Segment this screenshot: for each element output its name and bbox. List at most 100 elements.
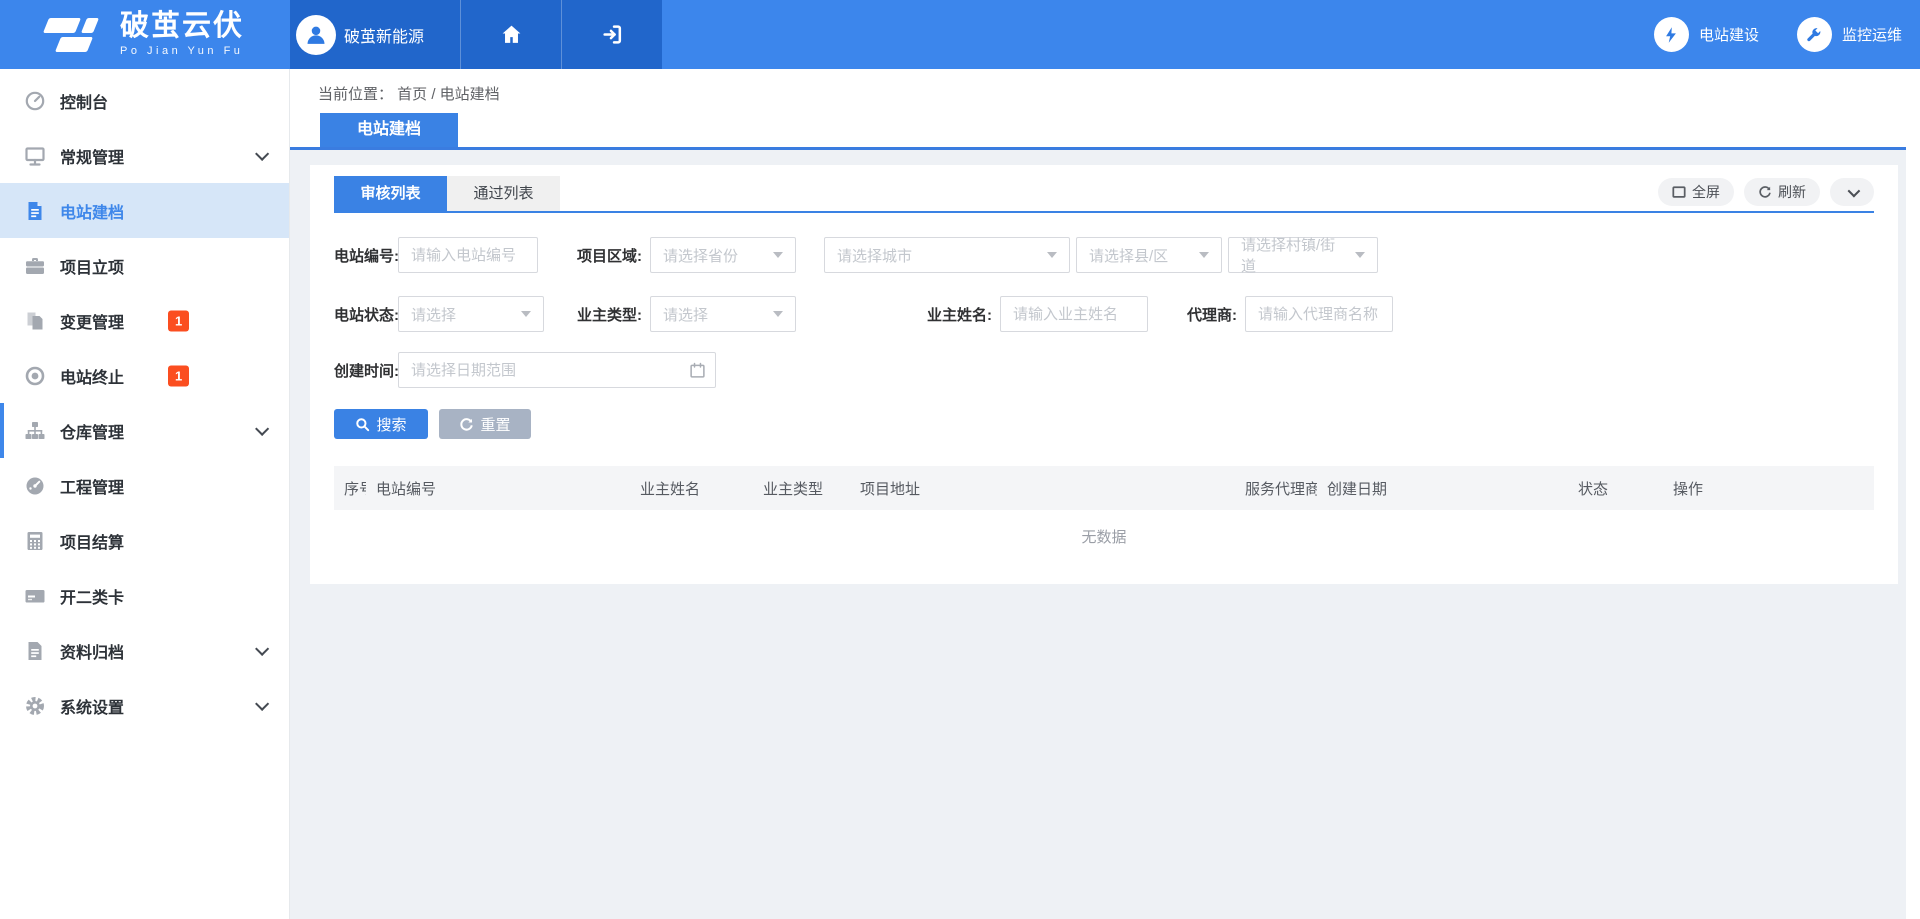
station-status-select[interactable]: 请选择 [398, 296, 544, 332]
user-icon [303, 22, 329, 48]
sidebar-item-system-settings[interactable]: 系统设置 [0, 678, 289, 733]
tab-review-list[interactable]: 审核列表 [334, 176, 447, 211]
sidebar-item-station-termination[interactable]: 电站终止 1 [0, 348, 289, 403]
tab-passed-list[interactable]: 通过列表 [447, 176, 560, 211]
logout-button[interactable] [562, 0, 662, 69]
filter-actions: 搜索 重置 [334, 409, 1874, 439]
collapse-button[interactable] [1830, 178, 1874, 206]
pages-icon [24, 310, 46, 332]
brand-logo-icon [44, 15, 108, 55]
nav-label: 监控运维 [1842, 24, 1902, 45]
brand-title: 破茧云伏 [120, 12, 244, 41]
fullscreen-button[interactable]: 全屏 [1658, 178, 1734, 206]
col-project-address: 项目地址 [850, 466, 1235, 510]
content-header: 当前位置： 首页 / 电站建档 电站建档 [290, 69, 1920, 150]
filter-station-status: 电站状态: 请选择 [334, 296, 544, 332]
company-name: 破茧新能源 [344, 23, 424, 47]
filter-row-3: 创建时间: [334, 352, 1874, 388]
owner-name-input[interactable] [1000, 296, 1148, 332]
brand-logo: 破茧云伏 Po Jian Yun Fu [0, 0, 290, 69]
chevron-down-icon [255, 421, 269, 435]
page-tab-station-filing[interactable]: 电站建档 [320, 113, 458, 147]
breadcrumb: 当前位置： 首页 / 电站建档 [290, 69, 1920, 113]
sidebar: 控制台 常规管理 电站建档 [0, 69, 290, 919]
caret-down-icon [1047, 252, 1057, 258]
city-select[interactable]: 请选择城市 [824, 237, 1070, 273]
reset-icon [459, 417, 474, 432]
filter-owner-type: 业主类型: 请选择 [577, 296, 796, 332]
search-icon [355, 417, 370, 432]
wrench-icon [1797, 17, 1832, 52]
caret-down-icon [773, 311, 783, 317]
top-bar: 破茧云伏 Po Jian Yun Fu 破茧新能源 [0, 0, 1920, 69]
sidebar-item-engineering-mgmt[interactable]: 工程管理 [0, 458, 289, 513]
col-index: 序号 [334, 466, 366, 510]
col-status: 状态 [1568, 466, 1663, 510]
county-select[interactable]: 请选择县/区 [1076, 237, 1222, 273]
reset-button[interactable]: 重置 [439, 409, 531, 439]
filter-region: 项目区域: 请选择省份 请选择城市 请选择县/区 请选择村镇/街道 [577, 237, 1378, 273]
sidebar-item-station-filing[interactable]: 电站建档 [0, 183, 289, 238]
nav-station-build[interactable]: 电站建设 [1654, 17, 1759, 52]
chevron-down-icon [255, 641, 269, 655]
sidebar-item-console[interactable]: 控制台 [0, 73, 289, 128]
sidebar-item-general-mgmt[interactable]: 常规管理 [0, 128, 289, 183]
empty-state-text: 无数据 [334, 510, 1874, 562]
refresh-button[interactable]: 刷新 [1744, 178, 1820, 206]
col-owner-name: 业主姓名 [630, 466, 753, 510]
lightning-icon [1654, 17, 1689, 52]
fullscreen-icon [1672, 185, 1686, 199]
col-station-code: 电站编号 [366, 466, 630, 510]
village-select[interactable]: 请选择村镇/街道 [1228, 237, 1378, 273]
col-create-date: 创建日期 [1317, 466, 1568, 510]
briefcase-icon [24, 255, 46, 277]
panel: 审核列表 通过列表 全屏 [310, 165, 1898, 584]
filter-owner-name: 业主姓名: [927, 296, 1148, 332]
home-button[interactable] [461, 0, 561, 69]
province-select[interactable]: 请选择省份 [650, 237, 796, 273]
user-menu[interactable]: 破茧新能源 [290, 0, 460, 69]
col-owner-type: 业主类型 [753, 466, 850, 510]
chevron-down-icon [255, 696, 269, 710]
sidebar-item-open-card[interactable]: 开二类卡 [0, 568, 289, 623]
caret-down-icon [773, 252, 783, 258]
agent-input[interactable] [1245, 296, 1393, 332]
owner-type-select[interactable]: 请选择 [650, 296, 796, 332]
sidebar-item-warehouse-mgmt[interactable]: 仓库管理 [0, 403, 289, 458]
login-arrow-icon [601, 23, 624, 46]
target-icon [24, 365, 46, 387]
filter-row-2: 电站状态: 请选择 业主类型: 请选择 业主姓名: 代理商: [334, 296, 1874, 332]
filter-row-1: 电站编号: 项目区域: 请选择省份 请选择城市 请选择县/区 请选择村镇 [334, 237, 1874, 273]
document-icon [24, 200, 46, 222]
panel-toolbar: 全屏 刷新 [1658, 178, 1874, 206]
search-button[interactable]: 搜索 [334, 409, 428, 439]
col-service-agent: 服务代理商 [1235, 466, 1317, 510]
col-actions: 操作 [1663, 466, 1874, 510]
sidebar-item-project-initiation[interactable]: 项目立项 [0, 238, 289, 293]
card-icon [24, 585, 46, 607]
sidebar-item-change-mgmt[interactable]: 变更管理 1 [0, 293, 289, 348]
table-header-row: 序号 电站编号 业主姓名 业主类型 项目地址 服务代理商 创建日期 状态 操作 [334, 466, 1874, 510]
chevron-down-icon [255, 146, 269, 160]
empty-state-row: 无数据 [334, 510, 1874, 562]
gauge-icon [24, 90, 46, 112]
date-range-input[interactable] [398, 352, 716, 388]
caret-down-icon [1199, 252, 1209, 258]
file-icon [24, 640, 46, 662]
monitor-icon [24, 145, 46, 167]
avatar [296, 15, 336, 55]
refresh-icon [1758, 185, 1772, 199]
filter-create-time: 创建时间: [334, 352, 716, 388]
nav-label: 电站建设 [1699, 24, 1759, 45]
badge-count: 1 [168, 310, 189, 331]
nav-monitoring-ops[interactable]: 监控运维 [1797, 17, 1902, 52]
home-icon [500, 23, 523, 46]
station-code-input[interactable] [398, 237, 538, 273]
filter-agent: 代理商: [1187, 296, 1393, 332]
scrollbar[interactable] [1906, 69, 1920, 919]
sidebar-item-project-settlement[interactable]: 项目结算 [0, 513, 289, 568]
sidebar-item-data-archive[interactable]: 资料归档 [0, 623, 289, 678]
tabs-bar: 审核列表 通过列表 全屏 [334, 165, 1874, 213]
dashboard-icon [24, 475, 46, 497]
sitemap-icon [24, 420, 46, 442]
